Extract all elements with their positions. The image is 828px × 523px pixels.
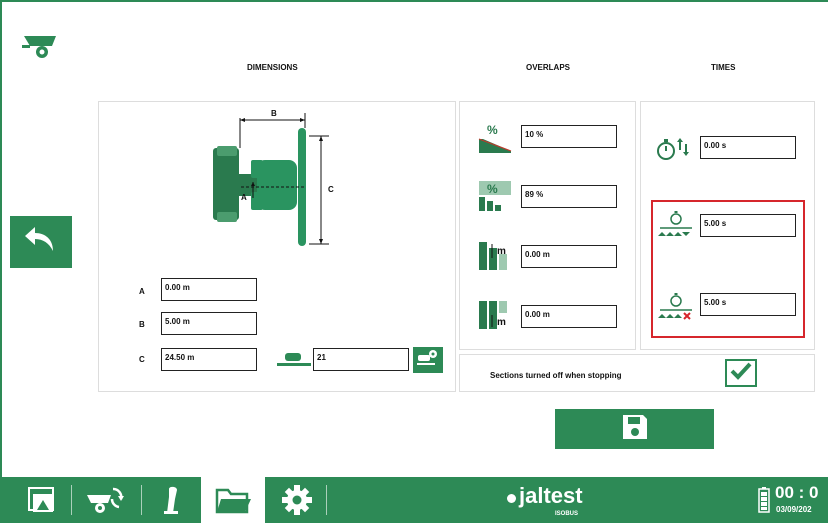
implement-sync-tab[interactable] xyxy=(80,477,130,523)
joystick-tab[interactable] xyxy=(152,477,192,523)
dim-c-label: C xyxy=(139,355,145,364)
image-tab[interactable] xyxy=(18,477,64,523)
trailer-icon xyxy=(22,32,62,60)
times-header: TIMES xyxy=(711,63,736,72)
sections-count-field[interactable]: 21 xyxy=(313,348,409,371)
overlap-percent-2-icon: % xyxy=(477,181,513,213)
stopwatch-on-icon xyxy=(658,210,694,240)
battery-icon xyxy=(758,487,770,513)
brand-sub: ISOBUS xyxy=(555,511,579,517)
stopwatch-icon xyxy=(656,136,692,162)
sections-config-button[interactable] xyxy=(413,347,443,373)
overlaps-header: OVERLAPS xyxy=(526,63,571,72)
svg-text:m: m xyxy=(497,317,506,328)
bottom-bar: jaltest ISOBUS 00 : 0 03/09/202 xyxy=(0,477,828,523)
stopwatch-off-icon xyxy=(658,292,694,322)
clock-time: 00 : 0 xyxy=(775,483,819,502)
overlap-distance-icon: m xyxy=(477,240,513,272)
separator xyxy=(71,485,72,515)
separator xyxy=(141,485,142,515)
picture-icon xyxy=(28,487,54,512)
svg-text:%: % xyxy=(487,123,498,137)
joystick-icon xyxy=(164,486,178,514)
svg-text:m: m xyxy=(497,246,506,257)
dim-b-label: B xyxy=(139,320,145,329)
back-button[interactable] xyxy=(10,216,72,268)
trailer-sync-icon xyxy=(87,487,124,513)
settings-tab[interactable] xyxy=(272,477,322,523)
sections-off-label: Sections turned off when stopping xyxy=(490,371,622,380)
diagram-label-c: C xyxy=(328,185,334,194)
sections-off-checkbox[interactable] xyxy=(725,359,757,387)
overlap-distance-2-icon: m xyxy=(477,299,513,331)
overlap-field-4[interactable]: 0.00 m xyxy=(521,305,617,328)
folder-icon xyxy=(215,488,251,514)
diagram-label-a: A xyxy=(241,193,247,202)
time-field-3[interactable]: 5.00 s xyxy=(700,293,796,316)
separator xyxy=(326,485,327,515)
overlap-field-2[interactable]: 89 % xyxy=(521,185,617,208)
gear-icon xyxy=(417,349,439,372)
save-icon xyxy=(620,412,650,447)
overlap-field-1[interactable]: 10 % xyxy=(521,125,617,148)
time-field-2[interactable]: 5.00 s xyxy=(700,214,796,237)
brand-logo: jaltest ISOBUS xyxy=(507,481,587,521)
gear-icon xyxy=(282,485,312,515)
svg-text:%: % xyxy=(487,182,498,196)
dim-a-field[interactable]: 0.00 m xyxy=(161,278,257,301)
dimensions-header: DIMENSIONS xyxy=(247,63,298,72)
save-button[interactable] xyxy=(555,409,714,449)
dim-c-field[interactable]: 24.50 m xyxy=(161,348,257,371)
overlap-field-3[interactable]: 0.00 m xyxy=(521,245,617,268)
dimension-diagram xyxy=(205,108,355,248)
dim-b-field[interactable]: 5.00 m xyxy=(161,312,257,335)
checkmark-icon xyxy=(729,361,753,386)
time-field-1[interactable]: 0.00 s xyxy=(700,136,796,159)
brand-dot-icon xyxy=(507,494,516,503)
sections-icon xyxy=(277,351,311,369)
overlap-percent-icon: % xyxy=(477,123,513,155)
brand-name: jaltest xyxy=(519,483,583,508)
dim-a-label: A xyxy=(139,287,145,296)
back-arrow-icon xyxy=(23,225,59,260)
folder-tab[interactable] xyxy=(201,477,265,523)
diagram-label-b: B xyxy=(271,109,277,118)
clock-date: 03/09/202 xyxy=(776,505,812,514)
